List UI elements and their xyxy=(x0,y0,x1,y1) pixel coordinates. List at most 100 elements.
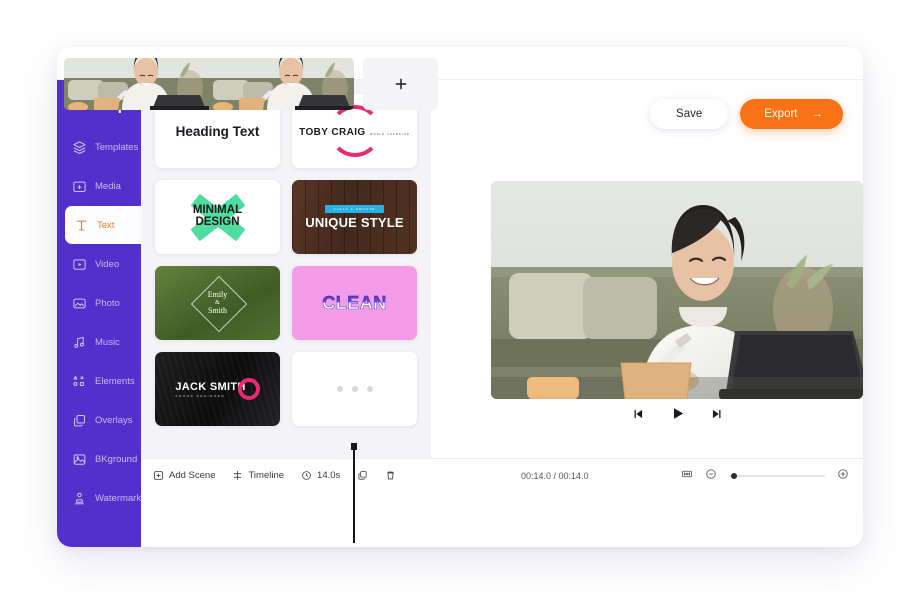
delete-button[interactable] xyxy=(385,470,396,481)
fit-width-icon[interactable] xyxy=(681,467,693,485)
timeline-clip-1[interactable] xyxy=(64,58,209,110)
export-button-label: Export xyxy=(764,108,798,120)
zoom-controls xyxy=(681,467,849,485)
sidebar-item-label: Video xyxy=(95,258,120,270)
sidebar-item-text[interactable]: Text xyxy=(65,206,141,244)
sidebar-item-elements[interactable]: Elements xyxy=(57,362,141,400)
template-card-line2: Smith xyxy=(207,306,228,316)
clock-icon xyxy=(302,471,311,480)
template-card-badge: CLEAN & SMOOTH xyxy=(324,204,385,213)
add-clip-button[interactable] xyxy=(363,58,438,110)
template-card-minimal-design[interactable]: MINIMAL DESIGN xyxy=(155,180,280,254)
duration-display[interactable]: 14.0s xyxy=(301,470,340,481)
sidebar-item-label: Music xyxy=(95,336,120,348)
add-scene-label: Add Scene xyxy=(169,470,216,481)
sidebar-item-music[interactable]: Music xyxy=(57,323,141,361)
play-icon[interactable] xyxy=(669,405,686,422)
preview-stage: Save Export → xyxy=(431,80,863,458)
zoom-slider-handle[interactable] xyxy=(731,472,737,479)
timeline-toolbar: Add Scene Timeline 14.0s 00:14.0 / 00:14… xyxy=(141,458,863,492)
copy-layers-icon xyxy=(71,412,88,429)
arrow-right-icon: → xyxy=(811,108,824,120)
template-card-text: JACK SMITH SOUND DESIGNER xyxy=(175,381,245,398)
sidebar-item-label: Media xyxy=(95,180,121,192)
template-card-title: UNIQUE STYLE xyxy=(305,214,404,230)
sidebar-item-watermark[interactable]: Watermark xyxy=(57,479,141,517)
preview-image xyxy=(491,181,863,399)
sidebar-item-label: Elements xyxy=(95,375,135,387)
zoom-slider[interactable] xyxy=(729,471,825,481)
zoom-out-icon[interactable] xyxy=(705,467,717,485)
template-card-clean[interactable]: CLEAN xyxy=(292,266,417,340)
sidebar-item-templates[interactable]: Templates xyxy=(57,128,141,166)
sidebar-item-label: Templates xyxy=(95,141,139,153)
duration-label: 14.0s xyxy=(317,470,341,481)
timeline-clip-2[interactable] xyxy=(209,58,354,110)
sidebar-item-bkground[interactable]: BKground xyxy=(57,440,141,478)
template-card-text-group: TOBY CRAIG WORLD CHAMPION xyxy=(297,122,412,140)
duplicate-button[interactable] xyxy=(357,470,368,481)
sidebar-item-label: Overlays xyxy=(95,414,133,426)
sidebar-item-photo[interactable]: Photo xyxy=(57,284,141,322)
stage-actions: Save Export → xyxy=(650,99,843,129)
timeline-clips xyxy=(64,58,438,110)
template-card-subtitle: SOUND DESIGNER xyxy=(175,393,226,398)
loading-dots-icon xyxy=(336,386,373,392)
app-root: FlexClip Templates xyxy=(0,0,918,614)
video-play-icon xyxy=(71,256,88,273)
template-card-text-group: Emily & Smith xyxy=(208,290,228,315)
zoom-slider-track xyxy=(729,474,825,477)
template-card-ampersand: & xyxy=(215,299,220,306)
sidebar-item-overlays[interactable]: Overlays xyxy=(57,401,141,439)
template-card-text-group: JACK SMITH SOUND DESIGNER xyxy=(175,378,260,400)
timeline-button[interactable]: Timeline xyxy=(232,470,284,481)
template-card-subtitle: WORLD CHAMPION xyxy=(370,133,410,136)
sidebar-item-media[interactable]: Media xyxy=(57,167,141,205)
timeline-track-area xyxy=(141,492,863,547)
template-card-unique-style[interactable]: CLEAN & SMOOTH UNIQUE STYLE xyxy=(292,180,417,254)
background-image-icon xyxy=(71,451,88,468)
timeline-playhead[interactable] xyxy=(351,443,356,543)
skip-next-icon[interactable] xyxy=(710,407,724,421)
app-window: FlexClip Templates xyxy=(57,47,863,547)
toolbar-left-group: Add Scene Timeline 14.0s xyxy=(141,470,396,481)
playback-controls xyxy=(491,405,863,422)
template-card-text-group: MINIMAL DESIGN xyxy=(192,204,243,228)
template-card-line1: Emily xyxy=(207,290,228,300)
clip-thumbnail xyxy=(64,58,209,110)
zoom-in-icon[interactable] xyxy=(837,467,849,485)
sidebar-nav: Templates Media Text Video Photo Music E… xyxy=(57,128,141,518)
clip-thumbnail xyxy=(209,58,354,110)
template-card-title: TOBY CRAIG xyxy=(299,127,366,138)
save-button[interactable]: Save xyxy=(650,99,729,129)
sidebar-item-label: Photo xyxy=(95,297,120,309)
template-card-emily-smith[interactable]: Emily & Smith xyxy=(155,266,280,340)
export-button[interactable]: Export → xyxy=(740,99,843,129)
template-card-grid: Heading Text TOBY CRAIG WORLD CHAMPION M… xyxy=(155,94,417,426)
music-note-icon xyxy=(71,334,88,351)
sidebar-item-video[interactable]: Video xyxy=(57,245,141,283)
template-card-line1: MINIMAL xyxy=(192,204,243,217)
sidebar-item-label: Text xyxy=(97,219,115,231)
add-scene-button[interactable]: Add Scene xyxy=(153,470,215,481)
template-card-line2: DESIGN xyxy=(195,216,240,228)
diamond-frame-decoration: Emily & Smith xyxy=(187,277,249,329)
plus-icon xyxy=(395,78,406,90)
sidebar-item-label: BKground xyxy=(95,453,138,465)
duplicate-icon xyxy=(358,471,367,480)
photo-image-icon xyxy=(71,295,88,312)
time-display: 00:14.0 / 00:14.0 xyxy=(521,470,589,481)
sidebar: FlexClip Templates xyxy=(57,80,141,547)
app-body: FlexClip Templates xyxy=(57,80,863,547)
sidebar-item-label: Watermark xyxy=(95,492,142,504)
layers-icon xyxy=(71,139,88,156)
shapes-grid-icon xyxy=(71,373,88,390)
skip-previous-icon[interactable] xyxy=(631,407,645,421)
template-card-jack-smith[interactable]: JACK SMITH SOUND DESIGNER xyxy=(155,352,280,426)
ring-decoration xyxy=(237,378,260,400)
template-card-title: CLEAN xyxy=(322,292,387,313)
video-preview[interactable] xyxy=(491,181,863,399)
template-card-title: Heading Text xyxy=(175,123,260,139)
template-card-loading-placeholder[interactable] xyxy=(292,352,417,426)
text-t-icon xyxy=(73,217,90,234)
